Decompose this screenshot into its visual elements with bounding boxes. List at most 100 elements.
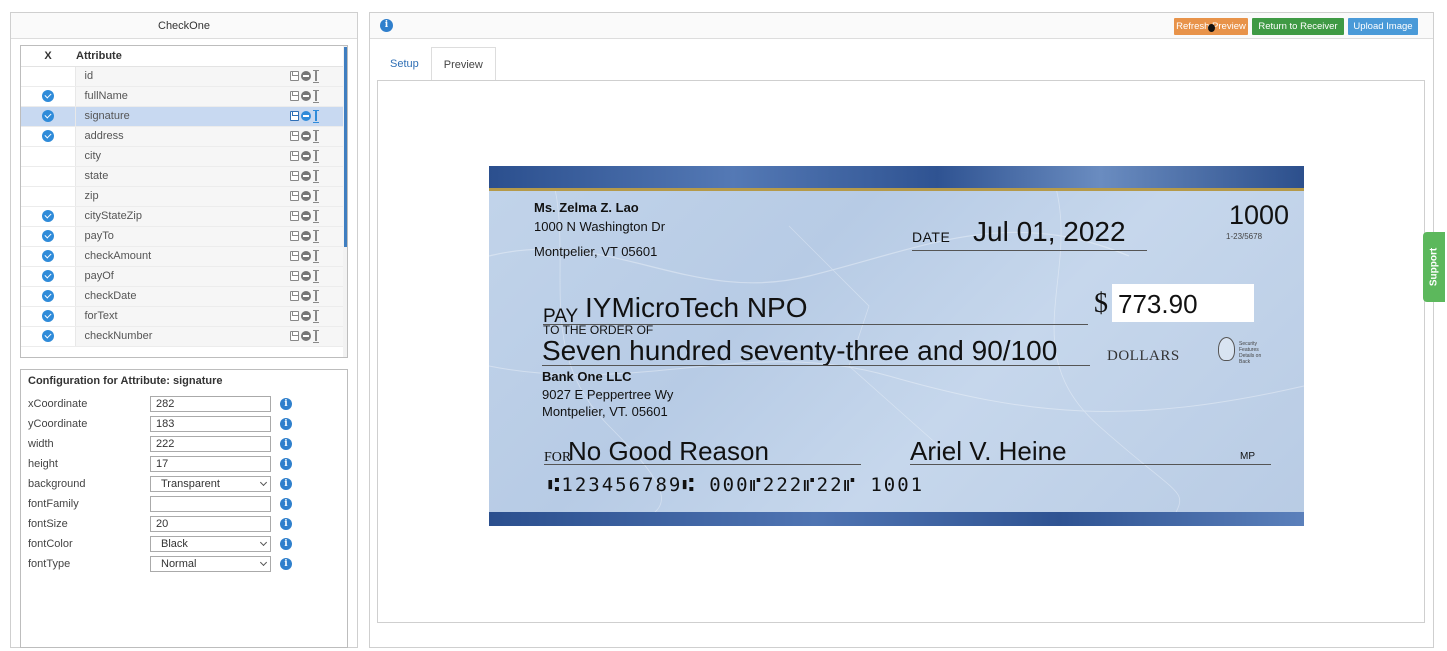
- checkmark-icon[interactable]: [41, 270, 54, 283]
- remove-icon[interactable]: [301, 91, 311, 102]
- fontFamily-input[interactable]: [150, 496, 271, 512]
- remove-icon[interactable]: [301, 231, 311, 242]
- info-icon[interactable]: i: [280, 538, 292, 550]
- attribute-row-payOf[interactable]: payOf: [21, 266, 345, 287]
- save-icon[interactable]: [290, 311, 299, 322]
- info-icon[interactable]: i: [280, 518, 292, 530]
- remove-icon[interactable]: [301, 171, 311, 182]
- remove-icon[interactable]: [301, 151, 311, 162]
- attribute-name[interactable]: zip: [74, 186, 251, 207]
- checkmark-icon[interactable]: [41, 290, 54, 303]
- save-icon[interactable]: [290, 331, 299, 342]
- background-select[interactable]: Transparent: [150, 476, 271, 492]
- attribute-list-scrollbar[interactable]: [343, 46, 347, 357]
- resize-icon[interactable]: [313, 170, 319, 184]
- attribute-checkbox-cell[interactable]: [21, 246, 75, 267]
- save-icon[interactable]: [290, 231, 299, 242]
- resize-icon[interactable]: [313, 310, 319, 324]
- attribute-row-checkNumber[interactable]: checkNumber: [21, 326, 345, 347]
- info-icon[interactable]: i: [280, 498, 292, 510]
- attribute-row-id[interactable]: id: [21, 66, 345, 87]
- attribute-name[interactable]: signature: [74, 106, 251, 127]
- attribute-checkbox-cell[interactable]: [21, 86, 75, 107]
- info-icon[interactable]: i: [280, 478, 292, 490]
- remove-icon[interactable]: [301, 111, 311, 122]
- attribute-name[interactable]: fullName: [74, 86, 251, 107]
- info-icon[interactable]: i: [280, 558, 292, 570]
- attribute-row-cityStateZip[interactable]: cityStateZip: [21, 206, 345, 227]
- upload-image-button[interactable]: Upload Image: [1348, 18, 1418, 35]
- checkmark-icon[interactable]: [41, 130, 54, 143]
- info-icon[interactable]: i: [280, 418, 292, 430]
- attribute-name[interactable]: id: [74, 66, 251, 87]
- save-icon[interactable]: [290, 131, 299, 142]
- attribute-row-city[interactable]: city: [21, 146, 345, 167]
- info-icon[interactable]: i: [280, 458, 292, 470]
- remove-icon[interactable]: [301, 311, 311, 322]
- attribute-row-state[interactable]: state: [21, 166, 345, 187]
- attribute-row-checkDate[interactable]: checkDate: [21, 286, 345, 307]
- resize-icon[interactable]: [313, 110, 319, 124]
- checkmark-icon[interactable]: [41, 90, 54, 103]
- remove-icon[interactable]: [301, 271, 311, 282]
- attribute-name[interactable]: checkNumber: [74, 326, 251, 347]
- attribute-name[interactable]: city: [74, 146, 251, 167]
- checkmark-icon[interactable]: [41, 330, 54, 343]
- attribute-checkbox-cell[interactable]: [21, 146, 75, 167]
- save-icon[interactable]: [290, 91, 299, 102]
- resize-icon[interactable]: [313, 130, 319, 144]
- resize-icon[interactable]: [313, 190, 319, 204]
- attribute-checkbox-cell[interactable]: [21, 266, 75, 287]
- attribute-row-forText[interactable]: forText: [21, 306, 345, 327]
- info-icon[interactable]: i: [280, 438, 292, 450]
- remove-icon[interactable]: [301, 71, 311, 82]
- save-icon[interactable]: [290, 151, 299, 162]
- resize-icon[interactable]: [313, 330, 319, 344]
- attribute-name[interactable]: checkAmount: [74, 246, 251, 267]
- attribute-name[interactable]: address: [74, 126, 251, 147]
- attribute-row-payTo[interactable]: payTo: [21, 226, 345, 247]
- info-icon[interactable]: i: [380, 19, 393, 32]
- attribute-checkbox-cell[interactable]: [21, 306, 75, 327]
- save-icon[interactable]: [290, 71, 299, 82]
- remove-icon[interactable]: [301, 191, 311, 202]
- attribute-checkbox-cell[interactable]: [21, 126, 75, 147]
- yCoordinate-input[interactable]: [150, 416, 271, 432]
- return-to-receiver-button[interactable]: Return to Receiver: [1252, 18, 1344, 35]
- tab-preview[interactable]: Preview: [430, 47, 496, 81]
- attribute-row-address[interactable]: address: [21, 126, 345, 147]
- remove-icon[interactable]: [301, 251, 311, 262]
- checkmark-icon[interactable]: [41, 110, 54, 123]
- resize-icon[interactable]: [313, 90, 319, 104]
- height-input[interactable]: [150, 456, 271, 472]
- attribute-checkbox-cell[interactable]: [21, 66, 75, 87]
- attribute-checkbox-cell[interactable]: [21, 166, 75, 187]
- scrollbar-thumb[interactable]: [344, 47, 347, 247]
- attribute-checkbox-cell[interactable]: [21, 106, 75, 127]
- attribute-name[interactable]: state: [74, 166, 251, 187]
- attribute-checkbox-cell[interactable]: [21, 206, 75, 227]
- remove-icon[interactable]: [301, 291, 311, 302]
- fontColor-select[interactable]: Black: [150, 536, 271, 552]
- resize-icon[interactable]: [313, 290, 319, 304]
- resize-icon[interactable]: [313, 70, 319, 84]
- checkmark-icon[interactable]: [41, 230, 54, 243]
- support-tab[interactable]: Support: [1423, 232, 1445, 302]
- remove-icon[interactable]: [301, 211, 311, 222]
- fontSize-input[interactable]: [150, 516, 271, 532]
- attribute-checkbox-cell[interactable]: [21, 186, 75, 207]
- resize-icon[interactable]: [313, 230, 319, 244]
- save-icon[interactable]: [290, 291, 299, 302]
- save-icon[interactable]: [290, 191, 299, 202]
- width-input[interactable]: [150, 436, 271, 452]
- remove-icon[interactable]: [301, 331, 311, 342]
- attribute-name[interactable]: payTo: [74, 226, 251, 247]
- checkmark-icon[interactable]: [41, 310, 54, 323]
- resize-icon[interactable]: [313, 250, 319, 264]
- attribute-row-signature[interactable]: signature: [21, 106, 345, 127]
- remove-icon[interactable]: [301, 131, 311, 142]
- resize-icon[interactable]: [313, 210, 319, 224]
- attribute-checkbox-cell[interactable]: [21, 226, 75, 247]
- save-icon[interactable]: [290, 111, 299, 122]
- info-icon[interactable]: i: [280, 398, 292, 410]
